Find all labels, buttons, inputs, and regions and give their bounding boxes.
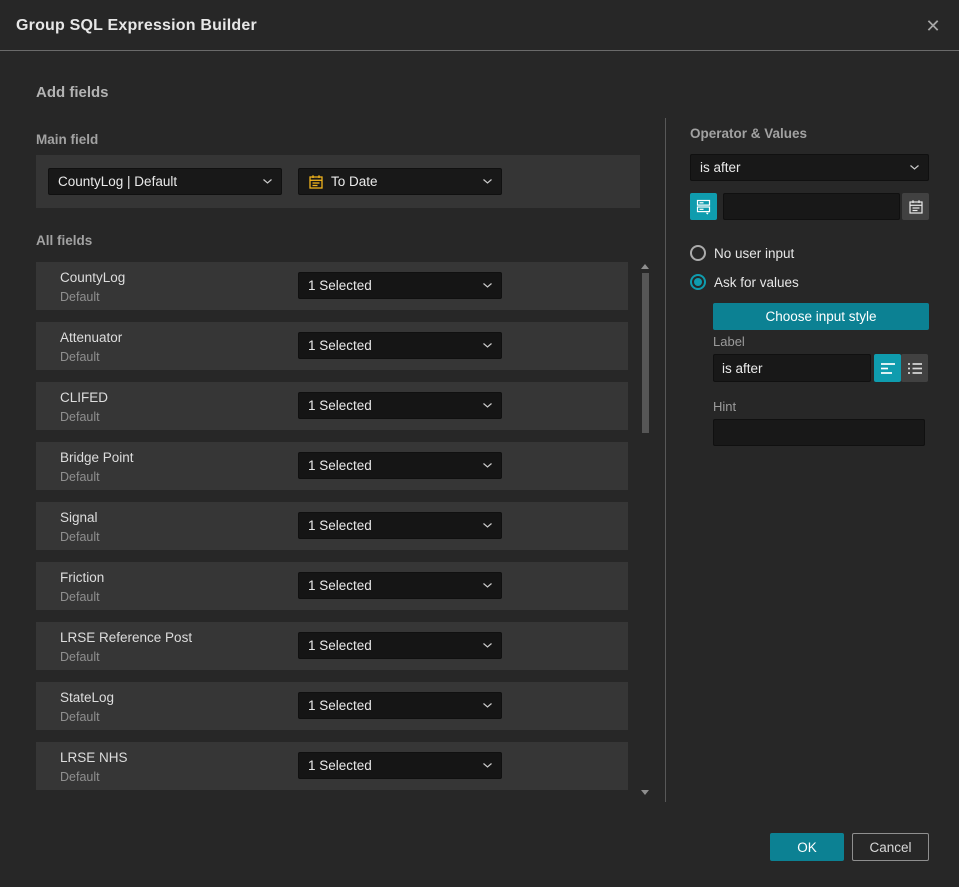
field-domain: Default xyxy=(60,530,100,544)
field-row: CLIFED Default 1 Selected xyxy=(36,382,628,430)
field-values-dropdown[interactable]: 1 Selected xyxy=(298,332,502,359)
field-values-dropdown[interactable]: 1 Selected xyxy=(298,632,502,659)
bullet-list-icon xyxy=(907,362,922,374)
field-domain: Default xyxy=(60,590,100,604)
field-name: Attenuator xyxy=(60,330,123,345)
dialog-title: Group SQL Expression Builder xyxy=(16,17,257,34)
chevron-down-icon xyxy=(483,703,492,708)
field-values-dropdown[interactable]: 1 Selected xyxy=(298,512,502,539)
chevron-down-icon xyxy=(483,523,492,528)
field-row: Friction Default 1 Selected xyxy=(36,562,628,610)
field-name: LRSE NHS xyxy=(60,750,128,765)
chevron-down-icon xyxy=(910,165,919,170)
date-type-dropdown[interactable]: To Date xyxy=(298,168,502,195)
value-type-button[interactable] xyxy=(690,193,717,220)
field-values-dropdown-value: 1 Selected xyxy=(308,698,372,713)
add-fields-heading: Add fields xyxy=(36,84,109,101)
list-style-button[interactable] xyxy=(901,354,928,382)
field-values-dropdown-value: 1 Selected xyxy=(308,518,372,533)
chevron-down-icon xyxy=(483,283,492,288)
no-user-input-label[interactable]: No user input xyxy=(714,246,794,261)
main-field-dropdown[interactable]: CountyLog | Default xyxy=(48,168,282,195)
field-values-dropdown-value: 1 Selected xyxy=(308,758,372,773)
all-fields-label: All fields xyxy=(36,233,93,248)
field-domain: Default xyxy=(60,290,100,304)
scrollbar-up-arrow[interactable] xyxy=(641,264,649,269)
calendar-icon xyxy=(309,174,323,189)
no-user-input-radio[interactable] xyxy=(690,245,706,261)
field-row: Attenuator Default 1 Selected xyxy=(36,322,628,370)
field-values-dropdown-value: 1 Selected xyxy=(308,338,372,353)
field-name: CLIFED xyxy=(60,390,109,405)
single-value-style-button[interactable] xyxy=(874,354,901,382)
label-input[interactable] xyxy=(713,354,871,382)
field-name: Friction xyxy=(60,570,105,585)
field-domain: Default xyxy=(60,770,100,784)
chevron-down-icon xyxy=(483,643,492,648)
close-icon[interactable]: ✕ xyxy=(920,13,946,39)
label-caption: Label xyxy=(713,334,745,349)
field-row: Bridge Point Default 1 Selected xyxy=(36,442,628,490)
chevron-down-icon xyxy=(483,179,492,184)
field-domain: Default xyxy=(60,350,100,364)
chevron-down-icon xyxy=(483,583,492,588)
field-values-dropdown-value: 1 Selected xyxy=(308,638,372,653)
all-fields-list: CountyLog Default 1 Selected Attenuator … xyxy=(36,262,628,802)
field-row: LRSE NHS Default 1 Selected xyxy=(36,742,628,790)
hint-input[interactable] xyxy=(713,419,925,446)
ask-for-values-radio[interactable] xyxy=(690,274,706,290)
hint-caption: Hint xyxy=(713,399,737,414)
field-values-dropdown[interactable]: 1 Selected xyxy=(298,272,502,299)
field-name: LRSE Reference Post xyxy=(60,630,193,645)
scrollbar-down-arrow[interactable] xyxy=(641,790,649,795)
date-value-input[interactable] xyxy=(723,193,900,220)
stacked-values-icon xyxy=(696,199,711,215)
field-domain: Default xyxy=(60,410,100,424)
field-row: CountyLog Default 1 Selected xyxy=(36,262,628,310)
field-values-dropdown[interactable]: 1 Selected xyxy=(298,752,502,779)
field-values-dropdown-value: 1 Selected xyxy=(308,398,372,413)
field-name: CountyLog xyxy=(60,270,126,285)
field-domain: Default xyxy=(60,470,100,484)
field-name: Signal xyxy=(60,510,98,525)
calendar-icon xyxy=(908,199,923,214)
field-row: Signal Default 1 Selected xyxy=(36,502,628,550)
chevron-down-icon xyxy=(483,403,492,408)
field-values-dropdown[interactable]: 1 Selected xyxy=(298,572,502,599)
calendar-picker-button[interactable] xyxy=(902,193,929,220)
field-domain: Default xyxy=(60,650,100,664)
title-bar: Group SQL Expression Builder ✕ xyxy=(0,0,959,51)
operator-values-label: Operator & Values xyxy=(690,126,808,141)
ok-button[interactable]: OK xyxy=(770,833,844,861)
field-values-dropdown-value: 1 Selected xyxy=(308,278,372,293)
field-name: StateLog xyxy=(60,690,115,705)
operator-dropdown-value: is after xyxy=(700,160,741,175)
field-values-dropdown[interactable]: 1 Selected xyxy=(298,392,502,419)
ask-for-values-label[interactable]: Ask for values xyxy=(714,275,799,290)
field-row: LRSE Reference Post Default 1 Selected xyxy=(36,622,628,670)
choose-input-style-button[interactable]: Choose input style xyxy=(713,303,929,330)
main-field-label: Main field xyxy=(36,132,99,147)
field-row: StateLog Default 1 Selected xyxy=(36,682,628,730)
panel-divider xyxy=(665,118,666,802)
field-name: Bridge Point xyxy=(60,450,134,465)
main-field-dropdown-value: CountyLog | Default xyxy=(58,174,178,189)
scrollbar-thumb[interactable] xyxy=(642,273,649,433)
field-values-dropdown[interactable]: 1 Selected xyxy=(298,692,502,719)
chevron-down-icon xyxy=(483,763,492,768)
chevron-down-icon xyxy=(483,463,492,468)
chevron-down-icon xyxy=(483,343,492,348)
align-left-icon xyxy=(880,362,895,374)
field-domain: Default xyxy=(60,710,100,724)
cancel-button[interactable]: Cancel xyxy=(852,833,929,861)
group-sql-expression-builder-dialog: Group SQL Expression Builder ✕ Add field… xyxy=(0,0,959,887)
field-values-dropdown[interactable]: 1 Selected xyxy=(298,452,502,479)
operator-dropdown[interactable]: is after xyxy=(690,154,929,181)
field-values-dropdown-value: 1 Selected xyxy=(308,458,372,473)
chevron-down-icon xyxy=(263,179,272,184)
field-values-dropdown-value: 1 Selected xyxy=(308,578,372,593)
date-type-dropdown-value: To Date xyxy=(331,174,378,189)
